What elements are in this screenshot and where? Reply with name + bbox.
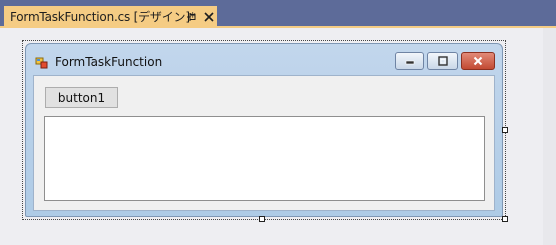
form-titlebar[interactable]: FormTaskFunction xyxy=(26,44,502,74)
maximize-icon xyxy=(437,56,448,66)
form-client-area[interactable]: button1 xyxy=(33,75,495,211)
textbox[interactable] xyxy=(44,116,485,201)
minimize-icon xyxy=(405,60,414,65)
close-icon xyxy=(473,56,483,66)
designer-scroll-band xyxy=(543,28,556,245)
resize-handle-bottom-right[interactable] xyxy=(502,216,508,222)
close-button[interactable] xyxy=(461,52,495,70)
designer-form[interactable]: FormTaskFunction button1 xyxy=(25,43,503,217)
document-tab-title: FormTaskFunction.cs [デザイン]* xyxy=(10,10,196,24)
minimize-button[interactable] xyxy=(395,52,424,70)
resize-handle-right[interactable] xyxy=(502,127,508,133)
maximize-button[interactable] xyxy=(427,52,458,70)
pin-icon[interactable] xyxy=(185,10,199,24)
resize-handle-bottom[interactable] xyxy=(259,216,265,222)
form-app-icon xyxy=(35,55,49,69)
button1[interactable]: button1 xyxy=(45,87,118,108)
document-tab[interactable]: FormTaskFunction.cs [デザイン]* xyxy=(4,6,217,27)
close-icon[interactable] xyxy=(202,10,216,24)
form-title: FormTaskFunction xyxy=(55,55,163,69)
